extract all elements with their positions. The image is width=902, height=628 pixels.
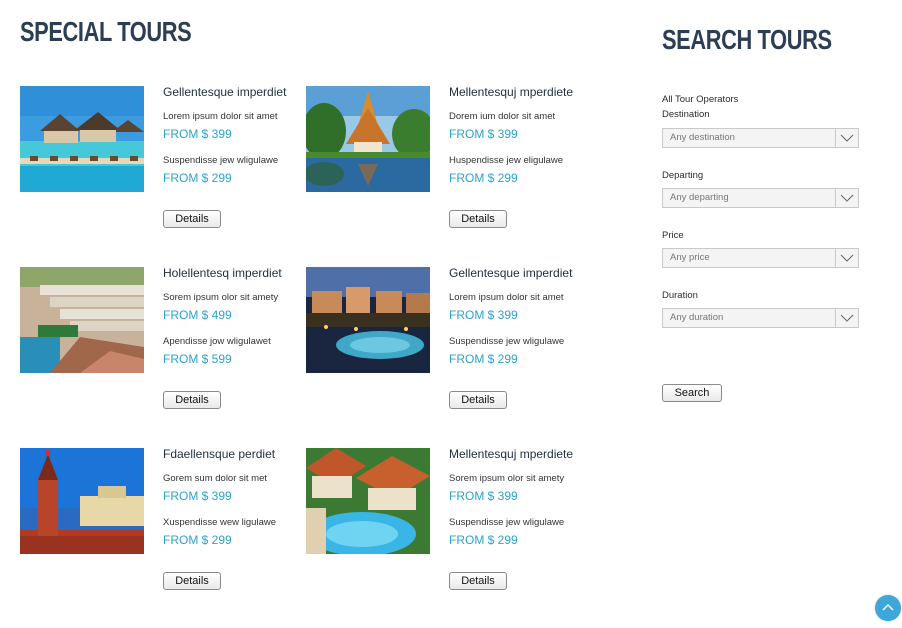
tour-price: FROM $ 399	[163, 489, 232, 503]
departing-select[interactable]: Any departing	[662, 188, 859, 208]
tour-description: Suspendisse jew wligulawe	[449, 517, 565, 528]
tour-photo-villa-pool[interactable]	[306, 448, 430, 554]
tour-description: Dorem ium dolor sit amet	[449, 111, 556, 122]
tour-card: Fdaellensque perdiet Gorem sum dolor sit…	[20, 447, 290, 598]
departing-label: Departing	[662, 170, 704, 181]
tour-name[interactable]: Gellentesque imperdiet	[163, 85, 313, 99]
details-button[interactable]: Details	[449, 210, 507, 228]
tour-description: Suspendisse jew wligulawe	[163, 155, 279, 166]
tour-price: FROM $ 399	[449, 308, 518, 322]
tour-description: Lorem ipsum dolor sit amet	[163, 111, 278, 122]
departing-value: Any departing	[670, 192, 729, 203]
tour-photo-pagoda[interactable]	[306, 86, 430, 192]
destination-select[interactable]: Any destination	[662, 128, 859, 148]
tour-price: FROM $ 399	[449, 127, 518, 141]
tour-card: Gellentesque imperdiet Lorem ipsum dolor…	[306, 266, 576, 417]
chevron-down-icon	[835, 189, 858, 207]
price-label: Price	[662, 230, 684, 241]
tour-name[interactable]: Fdaellensque perdiet	[163, 447, 313, 461]
tour-price: FROM $ 299	[449, 533, 518, 547]
chevron-up-icon	[882, 604, 894, 611]
tour-card: Mellentesquj mperdiete Dorem ium dolor s…	[306, 85, 576, 236]
details-button[interactable]: Details	[163, 572, 221, 590]
special-tours-title: SPECIAL TOURS	[20, 16, 192, 47]
tour-price: FROM $ 399	[163, 127, 232, 141]
tour-description: Sorem ipsum olor sit amety	[449, 473, 565, 484]
tour-name[interactable]: Holellentesq imperdiet	[163, 266, 313, 280]
destination-label: Destination	[662, 109, 710, 120]
tour-photo-overwater-villas[interactable]	[20, 86, 144, 192]
tour-photo-resort-night[interactable]	[306, 267, 430, 373]
tour-description: Apendisse jow wligulawet	[163, 336, 271, 347]
tour-price: FROM $ 599	[163, 352, 232, 366]
tour-operators-label: All Tour Operators	[662, 94, 739, 105]
tour-description: Gorem sum dolor sit met	[163, 473, 267, 484]
details-button[interactable]: Details	[163, 210, 221, 228]
tour-photo-cliff-hotel[interactable]	[20, 267, 144, 373]
tour-price: FROM $ 299	[449, 171, 518, 185]
tour-price: FROM $ 299	[163, 533, 232, 547]
tour-name[interactable]: Mellentesquj mperdiete	[449, 447, 599, 461]
tour-card: Gellentesque imperdiet Lorem ipsum dolor…	[20, 85, 290, 236]
destination-value: Any destination	[670, 132, 735, 143]
tour-photo-kremlin[interactable]	[20, 448, 144, 554]
tour-description: Suspendisse jew wligulawe	[449, 336, 565, 347]
price-select[interactable]: Any price	[662, 248, 859, 268]
tour-description: Lorem ipsum dolor sit amet	[449, 292, 564, 303]
tour-description: Sorem ipsum olor sit amety	[163, 292, 279, 303]
scroll-to-top-button[interactable]	[875, 595, 901, 621]
duration-label: Duration	[662, 290, 698, 301]
chevron-down-icon	[835, 309, 858, 327]
details-button[interactable]: Details	[163, 391, 221, 409]
tour-card: Holellentesq imperdiet Sorem ipsum olor …	[20, 266, 290, 417]
tour-price: FROM $ 299	[449, 352, 518, 366]
tour-description: Xuspendisse wew ligulawe	[163, 517, 277, 528]
search-tours-title: SEARCH TOURS	[662, 24, 832, 55]
tour-name[interactable]: Gellentesque imperdiet	[449, 266, 599, 280]
tour-price: FROM $ 399	[449, 489, 518, 503]
tour-price: FROM $ 299	[163, 171, 232, 185]
chevron-down-icon	[835, 249, 858, 267]
tour-description: Huspendisse jew eligulawe	[449, 155, 564, 166]
details-button[interactable]: Details	[449, 391, 507, 409]
price-value: Any price	[670, 252, 710, 263]
details-button[interactable]: Details	[449, 572, 507, 590]
duration-value: Any duration	[670, 312, 724, 323]
duration-select[interactable]: Any duration	[662, 308, 859, 328]
tour-price: FROM $ 499	[163, 308, 232, 322]
tour-card: Mellentesquj mperdiete Sorem ipsum olor …	[306, 447, 576, 598]
search-button[interactable]: Search	[662, 384, 722, 402]
tour-name[interactable]: Mellentesquj mperdiete	[449, 85, 599, 99]
chevron-down-icon	[835, 129, 858, 147]
